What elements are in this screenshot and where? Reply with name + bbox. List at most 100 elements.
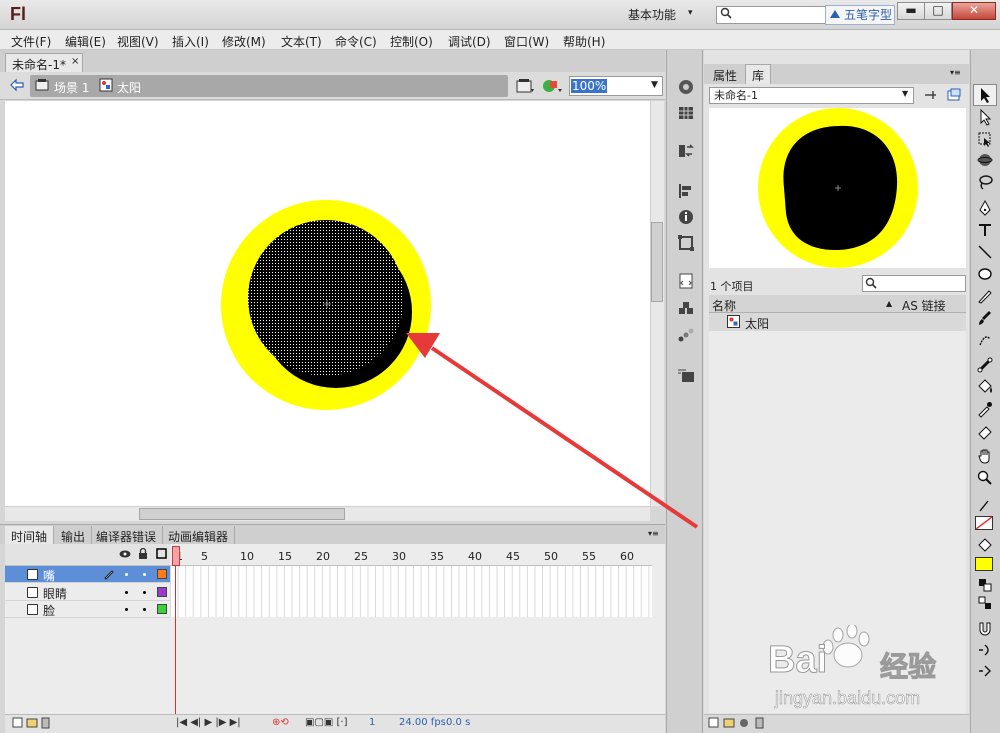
menu-view[interactable]: 视图(V) (117, 33, 159, 50)
symbol-label[interactable]: 太阳 (117, 79, 141, 96)
selection-tool-icon[interactable] (976, 86, 994, 104)
layer-row[interactable]: 眼睛 (5, 584, 170, 601)
tab-properties[interactable]: 属性 (708, 66, 742, 85)
line-tool-icon[interactable] (976, 243, 994, 261)
lock-icon[interactable] (138, 548, 148, 559)
menu-control[interactable]: 控制(O) (390, 33, 433, 50)
layer-color-swatch[interactable] (157, 569, 167, 579)
stroke-color-icon[interactable] (976, 497, 994, 515)
edit-symbols-icon[interactable] (541, 77, 563, 95)
lasso-tool-icon[interactable] (976, 173, 994, 191)
black-white-icon[interactable] (976, 576, 994, 594)
visible-dot[interactable] (125, 591, 128, 594)
menu-debug[interactable]: 调试(D) (448, 33, 491, 50)
text-tool-icon[interactable] (976, 221, 994, 239)
chevron-down-icon[interactable]: ▾ (688, 8, 693, 18)
outline-icon[interactable] (156, 548, 167, 559)
zoom-tool-icon[interactable] (976, 469, 994, 487)
column-as-linkage[interactable]: AS 链接 (902, 297, 946, 314)
layer-buttons-icon[interactable] (12, 716, 52, 729)
scene-label[interactable]: 场景 1 (54, 79, 89, 96)
components-icon[interactable] (676, 300, 696, 318)
vertical-scrollbar[interactable] (650, 101, 664, 506)
sun-eyes-selected[interactable] (248, 220, 404, 376)
brush-tool-icon[interactable] (976, 309, 994, 327)
frame-grid[interactable] (170, 566, 652, 617)
oval-tool-icon[interactable] (976, 265, 994, 283)
menu-window[interactable]: 窗口(W) (504, 33, 549, 50)
paint-bucket-tool-icon[interactable] (976, 378, 994, 396)
vertical-scroll-thumb[interactable] (651, 222, 663, 302)
chevron-down-icon[interactable]: ▼ (902, 89, 908, 98)
transform-icon[interactable] (676, 234, 696, 252)
eye-icon[interactable] (119, 549, 131, 559)
pen-tool-icon[interactable] (976, 199, 994, 217)
lock-dot[interactable] (143, 591, 146, 594)
minimize-button[interactable]: ▬ (897, 2, 925, 20)
panel-menu-icon[interactable]: ▾≡ (950, 68, 961, 77)
back-arrow-icon[interactable] (10, 78, 24, 92)
column-name[interactable]: 名称 (712, 297, 736, 314)
new-library-panel-icon[interactable] (946, 88, 962, 102)
chevron-down-icon[interactable]: ▼ (651, 80, 658, 90)
swap-colors-icon[interactable] (976, 594, 994, 612)
library-search-input[interactable] (862, 275, 966, 292)
panel-menu-icon[interactable]: ▾≡ (648, 529, 659, 538)
maximize-button[interactable]: □ (924, 2, 952, 20)
color-wheel-icon[interactable] (676, 78, 696, 96)
fill-color-icon[interactable] (976, 537, 994, 555)
close-icon[interactable]: × (71, 56, 79, 67)
info-icon[interactable] (676, 208, 696, 226)
close-button[interactable]: ✕ (952, 2, 996, 20)
visible-dot[interactable] (125, 608, 128, 611)
visible-dot[interactable] (125, 573, 128, 576)
pencil-tool-icon[interactable] (976, 287, 994, 305)
loop-icon[interactable]: ⊕⟲ (272, 717, 289, 728)
current-frame[interactable]: 1 (369, 717, 375, 728)
menu-file[interactable]: 文件(F) (11, 33, 51, 50)
menu-modify[interactable]: 修改(M) (222, 33, 266, 50)
layer-color-swatch[interactable] (157, 587, 167, 597)
menu-text[interactable]: 文本(T) (281, 33, 322, 50)
tab-library[interactable]: 库 (745, 64, 772, 84)
tab-compiler-errors[interactable]: 编译器错误 (90, 526, 164, 544)
stage-canvas[interactable] (5, 101, 650, 506)
motion-presets-icon[interactable] (676, 326, 696, 344)
subselection-tool-icon[interactable] (976, 108, 994, 126)
align-icon[interactable] (676, 182, 696, 200)
hand-tool-icon[interactable] (976, 447, 994, 465)
onion-skin-icon[interactable]: ▣▢▣ [·] (305, 717, 348, 728)
menu-edit[interactable]: 编辑(E) (65, 33, 106, 50)
free-transform-tool-icon[interactable] (976, 130, 994, 148)
library-document-select[interactable]: 未命名-1 (709, 87, 914, 104)
playhead[interactable] (172, 546, 180, 566)
tab-output[interactable]: 输出 (55, 526, 93, 544)
code-snippets-icon[interactable] (676, 272, 696, 290)
horizontal-scroll-thumb[interactable] (139, 508, 345, 520)
frame-rate[interactable]: 24.00 fps (399, 717, 446, 728)
menu-insert[interactable]: 插入(I) (172, 33, 209, 50)
project-icon[interactable] (676, 366, 696, 384)
layer-row[interactable]: 脸 (5, 601, 170, 618)
3d-rotation-tool-icon[interactable] (976, 151, 994, 169)
tab-timeline[interactable]: 时间轴 (5, 526, 55, 544)
edit-scene-icon[interactable] (515, 77, 535, 95)
layer-color-swatch[interactable] (157, 604, 167, 614)
lock-dot[interactable] (143, 608, 146, 611)
deco-tool-icon[interactable] (976, 331, 994, 349)
history-icon[interactable] (676, 142, 696, 160)
menu-commands[interactable]: 命令(C) (335, 33, 377, 50)
pin-icon[interactable] (922, 88, 938, 102)
tab-motion-editor[interactable]: 动画编辑器 (162, 526, 236, 544)
bone-tool-icon[interactable] (976, 356, 994, 374)
playback-controls-icon[interactable]: |◀ ◀| ▶ |▶ ▶| (176, 717, 241, 728)
layer-row[interactable]: 嘴 (5, 566, 170, 583)
eraser-tool-icon[interactable] (976, 422, 994, 440)
swatches-icon[interactable] (676, 104, 696, 122)
workspace-switcher[interactable]: 基本功能 (628, 6, 676, 23)
fill-color-swatch[interactable] (975, 557, 993, 571)
menu-help[interactable]: 帮助(H) (563, 33, 605, 50)
lock-dot[interactable] (143, 573, 146, 576)
sort-arrow-icon[interactable]: ▲ (886, 299, 892, 308)
stroke-color-swatch[interactable] (975, 516, 993, 530)
